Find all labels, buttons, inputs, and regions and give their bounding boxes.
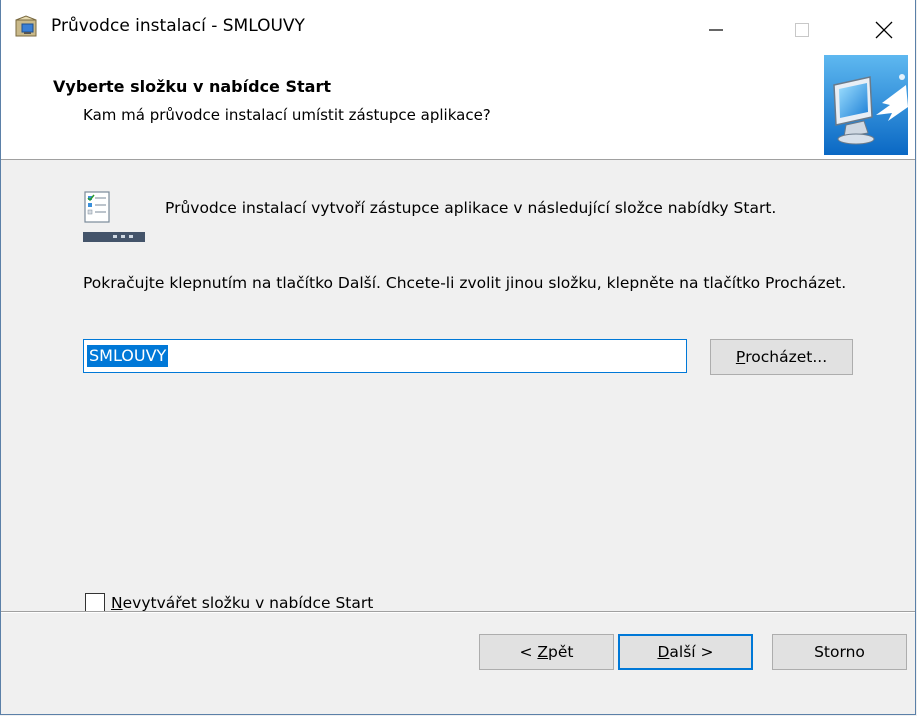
maximize-button (767, 0, 837, 60)
next-label: alší > (669, 643, 714, 661)
cancel-button[interactable]: Storno (772, 634, 907, 670)
minimize-icon (709, 29, 723, 31)
next-button[interactable]: Další > (618, 634, 753, 670)
setup-computer-arrow-image (824, 55, 908, 155)
checkbox-label-text: evytvářet složku v nabídce Start (122, 594, 374, 612)
installer-icon (15, 15, 37, 37)
browse-label: rocházet... (745, 348, 828, 366)
page-subtitle: Kam má průvodce instalací umístit zástup… (83, 106, 491, 124)
instruction-text: Pokračujte klepnutím na tlačítko Další. … (83, 274, 847, 292)
back-accel: Z (537, 643, 549, 661)
info-text: Průvodce instalací vytvoří zástupce apli… (165, 199, 777, 217)
browse-button[interactable]: Procházet... (710, 339, 853, 375)
no-folder-checkbox[interactable] (85, 593, 105, 613)
footer-divider (1, 611, 915, 613)
back-prefix: < (519, 643, 538, 661)
page-title: Vyberte složku v nabídce Start (53, 77, 331, 96)
start-menu-folder-icon (83, 191, 145, 242)
browse-accel: P (735, 348, 746, 366)
start-menu-folder-input[interactable] (83, 339, 687, 373)
maximize-icon (795, 23, 809, 37)
next-accel: D (657, 643, 670, 661)
close-icon (875, 21, 893, 39)
close-button[interactable] (853, 0, 915, 60)
installer-window: Průvodce instalací - SMLOUVY Vyberte slo… (0, 0, 916, 715)
checkbox-accel: N (111, 594, 123, 612)
wizard-header: Vyberte složku v nabídce Start Kam má pr… (1, 55, 915, 160)
title-bar[interactable]: Průvodce instalací - SMLOUVY (1, 0, 915, 60)
window-title: Průvodce instalací - SMLOUVY (51, 16, 305, 36)
minimize-button[interactable] (681, 0, 751, 60)
back-button[interactable]: < Zpět (479, 634, 614, 670)
back-label: pět (548, 643, 574, 661)
